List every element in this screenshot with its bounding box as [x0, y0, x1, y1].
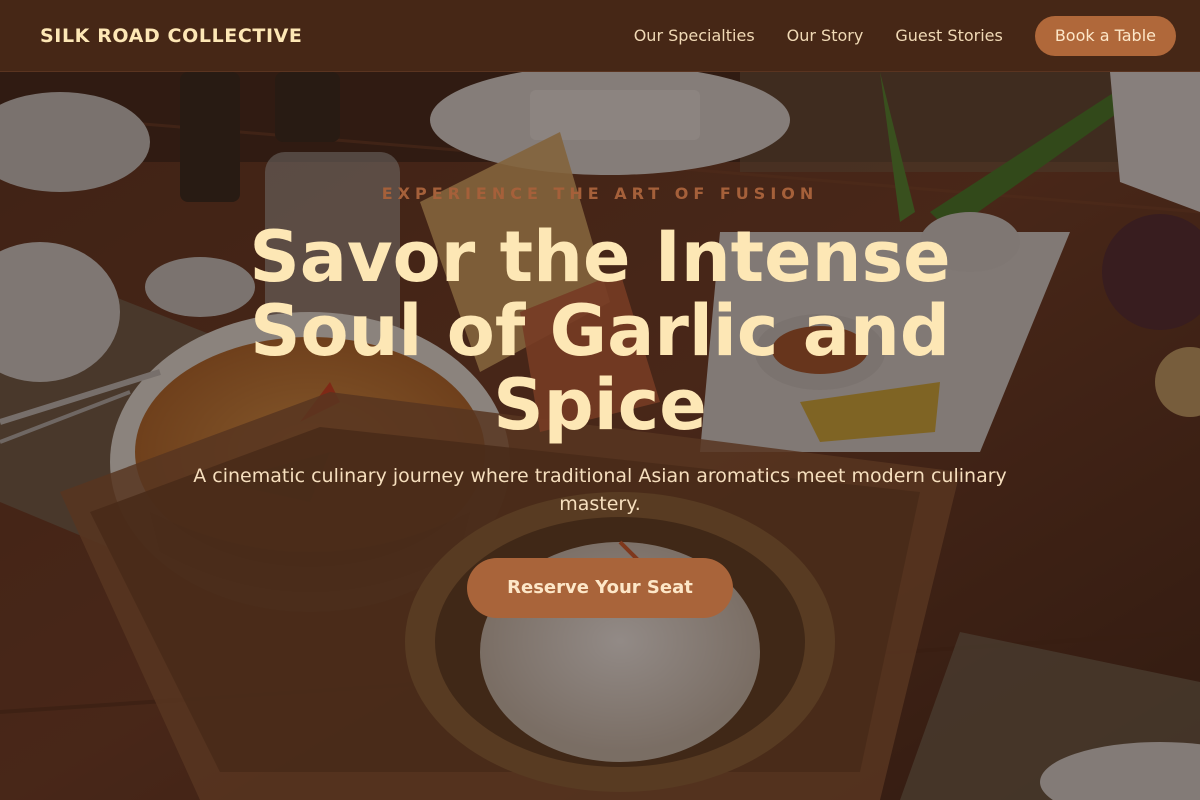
hero-content: EXPERIENCE THE ART OF FUSION Savor the I…	[0, 72, 1200, 800]
hero-subheadline: A cinematic culinary journey where tradi…	[193, 465, 1007, 515]
nav-link-our-story[interactable]: Our Story	[787, 26, 864, 45]
nav-link-our-specialties[interactable]: Our Specialties	[634, 26, 755, 45]
navbar: SILK ROAD COLLECTIVE Our Specialties Our…	[0, 0, 1200, 72]
hero-eyebrow: EXPERIENCE THE ART OF FUSION	[381, 184, 819, 203]
book-table-button[interactable]: Book a Table	[1034, 15, 1176, 56]
hero-headline: Savor the Intense Soul of Garlic and Spi…	[249, 216, 951, 446]
hero-section: EXPERIENCE THE ART OF FUSION Savor the I…	[0, 72, 1200, 800]
brand-logo[interactable]: SILK ROAD COLLECTIVE	[40, 25, 303, 47]
reserve-seat-button[interactable]: Reserve Your Seat	[467, 558, 733, 618]
nav-link-guest-stories[interactable]: Guest Stories	[895, 26, 1003, 45]
nav-links: Our Specialties Our Story Guest Stories …	[634, 15, 1176, 56]
